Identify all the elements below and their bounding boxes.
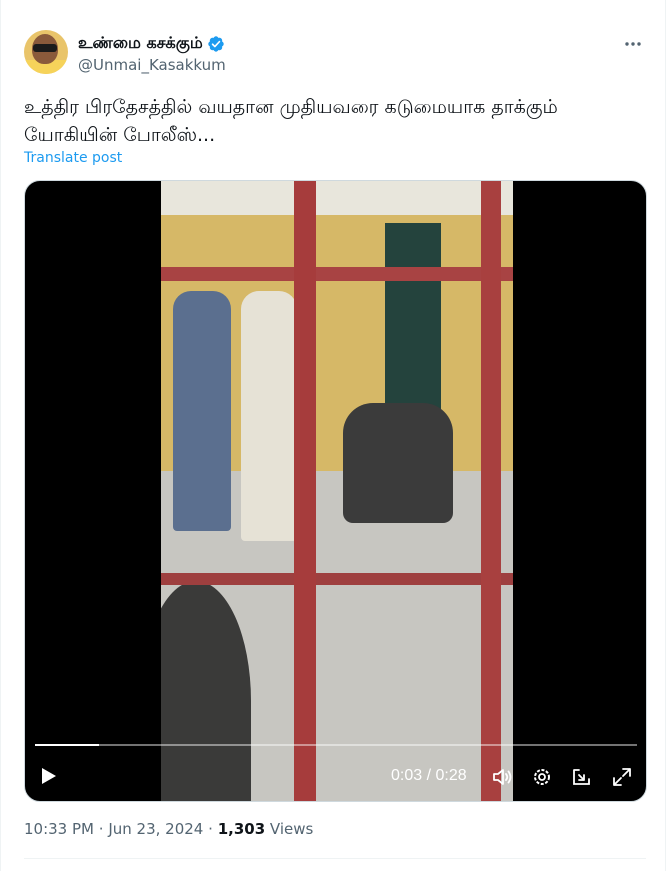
divider — [24, 858, 646, 859]
play-icon[interactable] — [37, 765, 59, 787]
video-progress-bar[interactable] — [35, 744, 637, 746]
more-icon[interactable] — [623, 34, 643, 54]
meta-dot: · — [98, 820, 104, 838]
translate-post-link[interactable]: Translate post — [24, 150, 122, 166]
video-train-top — [161, 181, 513, 215]
video-window-bar — [161, 267, 513, 281]
video-player[interactable]: 0:03 / 0:28 — [24, 180, 647, 802]
video-window-bar — [161, 573, 513, 585]
volume-icon[interactable] — [491, 766, 513, 788]
video-person-left — [173, 291, 231, 531]
avatar-glasses — [33, 44, 57, 52]
video-time-separator: / — [426, 767, 432, 784]
video-window-bar — [294, 181, 316, 801]
video-person-policeman — [241, 291, 297, 541]
views-label: Views — [269, 820, 314, 838]
author-name-row[interactable]: உண்மை கசக்கும் — [78, 33, 225, 54]
tweet-text: உத்திர பிரதேசத்தில் வயதான முதியவரை கடுமை… — [24, 96, 558, 146]
views-count: 1,303 — [217, 820, 266, 838]
video-current-time: 0:03 — [391, 767, 423, 784]
author-handle[interactable]: @Unmai_Kasakkum — [78, 56, 226, 74]
settings-icon[interactable] — [531, 766, 553, 788]
video-frame[interactable] — [161, 181, 513, 801]
fullscreen-icon[interactable] — [611, 766, 633, 788]
video-person-seated — [343, 403, 453, 523]
tweet-date[interactable]: Jun 23, 2024 — [108, 820, 203, 838]
video-progress-fill — [35, 744, 100, 746]
video-time-readout: 0:03 / 0:28 — [391, 767, 467, 785]
author-display-name[interactable]: உண்மை கசக்கும் — [78, 33, 203, 54]
popout-icon[interactable] — [571, 766, 593, 788]
video-duration: 0:28 — [435, 767, 467, 784]
meta-dot: · — [208, 820, 213, 838]
avatar[interactable] — [24, 30, 68, 74]
tweet-time[interactable]: 10:33 PM — [24, 820, 94, 838]
tweet-card: உண்மை கசக்கும் @Unmai_Kasakkum உத்திர பி… — [0, 0, 666, 871]
verified-icon — [208, 35, 224, 52]
video-window-bar — [481, 181, 501, 801]
tweet-meta: 10:33 PM · Jun 23, 2024 · 1,303 Views — [24, 820, 313, 838]
